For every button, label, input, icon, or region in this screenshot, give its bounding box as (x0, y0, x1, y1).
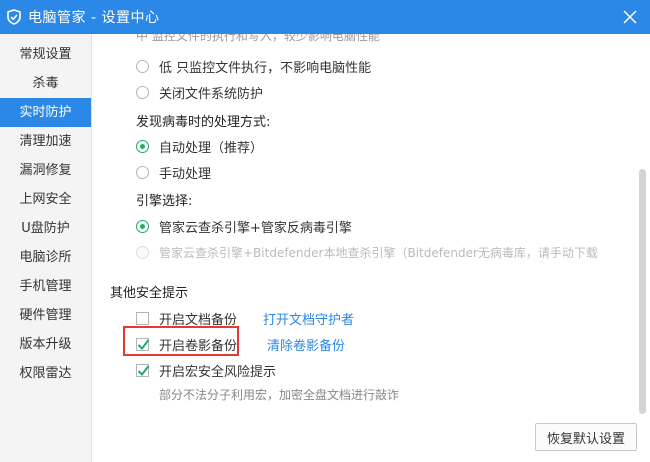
sidebar-item-phone-manager[interactable]: 手机管理 (0, 272, 91, 301)
restore-defaults-button[interactable]: 恢复默认设置 (535, 423, 637, 451)
sidebar-item-vuln-fix[interactable]: 漏洞修复 (0, 156, 91, 185)
sidebar-item-permission-radar[interactable]: 权限雷达 (0, 359, 91, 388)
option-label: 开启宏安全风险提示 (159, 365, 277, 380)
radio-button[interactable] (136, 166, 149, 179)
clipped-option-text: 中 监控文件的执行和写入，较少影响电脑性能 (136, 34, 380, 43)
sidebar-item-cleanup[interactable]: 清理加速 (0, 127, 91, 156)
sidebar-item-web-security[interactable]: 上网安全 (0, 185, 91, 214)
virus-handling-heading: 发现病毒时的处理方式: (136, 115, 271, 130)
checkbox[interactable] (136, 312, 149, 325)
sidebar-item-pc-clinic[interactable]: 电脑诊所 (0, 243, 91, 272)
macro-warning-note: 部分不法分子利用宏，加密全盘文档进行敲诈 (159, 388, 400, 402)
radio-button[interactable] (136, 140, 149, 153)
engine-heading: 引擎选择: (136, 194, 193, 209)
settings-window: 电脑管家 - 设置中心 常规设置 杀毒 实时防护 清理加速 漏洞修复 上网安全 … (0, 0, 650, 462)
radio-button[interactable] (136, 220, 149, 233)
option-label: 关闭文件系统防护 (159, 87, 264, 102)
auto-handle-option[interactable]: 自动处理（推荐） (136, 137, 263, 156)
settings-content: 中 监控文件的执行和写入，较少影响电脑性能 低 只监控文件执行，不影响电脑性能 … (92, 34, 650, 462)
checkbox[interactable] (136, 338, 150, 351)
radio-button[interactable] (136, 60, 149, 73)
shield-logo-icon (7, 9, 21, 25)
manual-handle-option[interactable]: 手动处理 (136, 163, 211, 182)
checkbox[interactable] (136, 364, 150, 377)
macro-warning-option[interactable]: 开启宏安全风险提示 (136, 361, 276, 380)
title-bar: 电脑管家 - 设置中心 (0, 0, 650, 34)
sidebar-item-usb-protection[interactable]: U盘防护 (0, 214, 91, 243)
clear-shadow-backup-link[interactable]: 清除卷影备份 (267, 335, 345, 354)
other-security-heading: 其他安全提示 (110, 286, 189, 301)
window-title: 电脑管家 - 设置中心 (28, 10, 160, 26)
monitor-off-option[interactable]: 关闭文件系统防护 (136, 83, 263, 102)
option-label: 管家云查杀引擎+Bitdefender本地查杀引擎（Bitdefender无病毒… (159, 246, 598, 260)
shadow-backup-option[interactable]: 开启卷影备份 清除卷影备份 (136, 335, 345, 354)
radio-button (136, 246, 149, 259)
option-label: 自动处理（推荐） (159, 141, 264, 156)
settings-sidebar: 常规设置 杀毒 实时防护 清理加速 漏洞修复 上网安全 U盘防护 电脑诊所 手机… (0, 34, 92, 462)
check-icon (137, 339, 150, 351)
monitor-low-option[interactable]: 低 只监控文件执行，不影响电脑性能 (136, 57, 371, 76)
option-label: 开启卷影备份 (159, 339, 238, 354)
scrollbar-thumb[interactable] (639, 169, 646, 414)
sidebar-item-antivirus[interactable]: 杀毒 (0, 69, 91, 98)
close-icon (623, 10, 637, 24)
sidebar-item-upgrade[interactable]: 版本升级 (0, 330, 91, 359)
sidebar-item-hardware[interactable]: 硬件管理 (0, 301, 91, 330)
radio-button[interactable] (136, 86, 149, 99)
sidebar-item-realtime-protection[interactable]: 实时防护 (0, 98, 91, 127)
check-icon (137, 365, 150, 377)
close-button[interactable] (618, 5, 642, 29)
sidebar-item-general[interactable]: 常规设置 (0, 40, 91, 69)
option-label: 低 只监控文件执行，不影响电脑性能 (159, 61, 372, 76)
option-label: 手动处理 (159, 167, 212, 182)
open-doc-guardian-link[interactable]: 打开文档守护者 (263, 309, 354, 328)
option-label: 管家云查杀引擎+管家反病毒引擎 (159, 221, 352, 236)
engine-option-cloud[interactable]: 管家云查杀引擎+管家反病毒引擎 (136, 217, 352, 236)
engine-option-bitdefender: 管家云查杀引擎+Bitdefender本地查杀引擎（Bitdefender无病毒… (136, 244, 632, 261)
